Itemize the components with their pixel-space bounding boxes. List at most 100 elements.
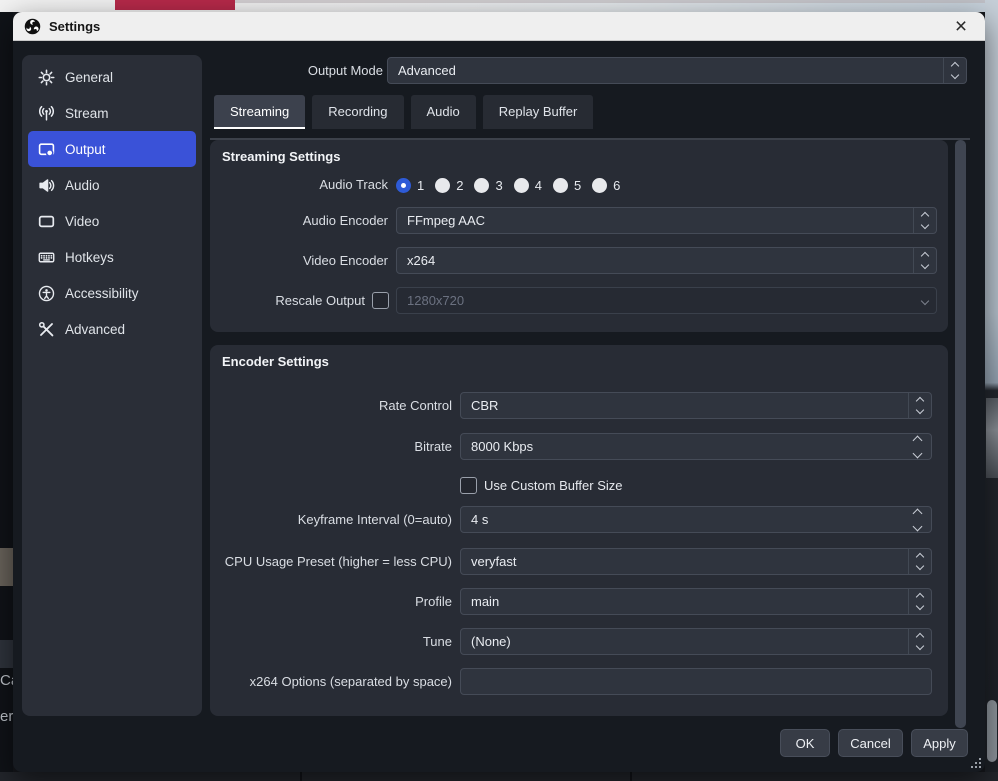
background-photo-streak [986, 398, 998, 478]
use-custom-buffer-label: Use Custom Buffer Size [484, 478, 622, 493]
spinner-icon [913, 248, 936, 273]
video-encoder-select[interactable]: x264 [396, 247, 937, 274]
background-window-scrollbar [987, 700, 997, 762]
rate-control-select[interactable]: CBR [460, 392, 932, 419]
gear-icon [38, 69, 55, 86]
audio-track-label: Audio Track [210, 171, 388, 198]
tab-replay-buffer[interactable]: Replay Buffer [483, 95, 594, 129]
x264-options-input[interactable] [460, 668, 932, 695]
profile-label: Profile [210, 588, 452, 615]
output-tabs: Streaming Recording Audio Replay Buffer [214, 95, 593, 131]
audio-track-radio-6[interactable]: 6 [592, 178, 620, 193]
use-custom-buffer-checkbox[interactable] [460, 477, 477, 494]
streaming-settings-panel: Streaming Settings Audio Track 1 2 3 4 5 [210, 140, 948, 332]
sidebar-item-label: Output [65, 142, 106, 157]
background-panel-fragment [0, 640, 13, 668]
close-icon: × [955, 16, 967, 37]
background-thin-line [235, 0, 998, 3]
rescale-output-label: Rescale Output [210, 287, 365, 314]
streaming-settings-title: Streaming Settings [222, 149, 340, 164]
tab-streaming[interactable]: Streaming [214, 95, 305, 129]
spinner-icon [908, 549, 931, 574]
spinner-icon [913, 208, 936, 233]
cpu-usage-preset-label: CPU Usage Preset (higher = less CPU) [210, 548, 452, 575]
spinbox-arrows-icon[interactable] [914, 510, 921, 530]
accessibility-icon [38, 285, 55, 302]
rescale-output-checkbox[interactable] [372, 292, 389, 309]
sidebar-item-label: Accessibility [65, 286, 139, 301]
sidebar-item-output[interactable]: Output [28, 131, 196, 167]
spinbox-arrows-icon[interactable] [914, 437, 921, 457]
tab-recording[interactable]: Recording [312, 95, 403, 129]
sidebar-item-label: Audio [65, 178, 100, 193]
sidebar-item-label: Advanced [65, 322, 125, 337]
sidebar-item-accessibility[interactable]: Accessibility [28, 275, 196, 311]
audio-track-radio-1[interactable]: 1 [396, 178, 424, 193]
window-title: Settings [49, 19, 100, 34]
rescale-resolution-select[interactable]: 1280x720 [396, 287, 937, 314]
audio-encoder-select[interactable]: FFmpeg AAC [396, 207, 937, 234]
sidebar-item-video[interactable]: Video [28, 203, 196, 239]
chevron-down-icon [914, 288, 936, 313]
sidebar-item-advanced[interactable]: Advanced [28, 311, 196, 347]
cancel-button[interactable]: Cancel [838, 729, 903, 757]
audio-encoder-label: Audio Encoder [210, 207, 388, 234]
speaker-icon [38, 177, 55, 194]
audio-track-radio-2[interactable]: 2 [435, 178, 463, 193]
audio-track-radio-4[interactable]: 4 [514, 178, 542, 193]
output-mode-value: Advanced [398, 63, 937, 78]
video-encoder-label: Video Encoder [210, 247, 388, 274]
audio-track-radio-group: 1 2 3 4 5 6 [396, 175, 620, 195]
output-icon [38, 141, 55, 158]
sidebar-item-label: Hotkeys [65, 250, 114, 265]
output-mode-select[interactable]: Advanced [387, 57, 967, 84]
tune-select[interactable]: (None) [460, 628, 932, 655]
sidebar-item-general[interactable]: General [28, 59, 196, 95]
custom-buffer-row: Use Custom Buffer Size [460, 475, 622, 495]
bitrate-spinbox[interactable]: 8000 Kbps [460, 433, 932, 460]
close-button[interactable]: × [945, 12, 977, 41]
sidebar-item-stream[interactable]: Stream [28, 95, 196, 131]
spinner-icon [908, 393, 931, 418]
sidebar-item-hotkeys[interactable]: Hotkeys [28, 239, 196, 275]
desktop-background-right [985, 0, 998, 781]
keyboard-icon [38, 249, 55, 266]
spinner-icon [943, 58, 966, 83]
sidebar-item-audio[interactable]: Audio [28, 167, 196, 203]
ok-button[interactable]: OK [780, 729, 830, 757]
encoder-settings-title: Encoder Settings [222, 354, 329, 369]
resize-grip[interactable] [969, 756, 982, 769]
x264-options-label: x264 Options (separated by space) [210, 668, 452, 695]
background-red-bar [115, 0, 235, 10]
content-scrollbar[interactable] [955, 140, 966, 728]
rate-control-label: Rate Control [210, 392, 452, 419]
titlebar: Settings × [13, 12, 985, 41]
keyframe-interval-label: Keyframe Interval (0=auto) [210, 506, 452, 533]
monitor-icon [38, 213, 55, 230]
settings-sidebar: General Stream Output [22, 55, 202, 716]
settings-dialog: Settings × General Stream [13, 12, 985, 772]
audio-track-radio-5[interactable]: 5 [553, 178, 581, 193]
sidebar-item-label: Stream [65, 106, 109, 121]
encoder-settings-panel: Encoder Settings Rate Control CBR Bitrat… [210, 345, 948, 716]
radio-selected-icon [396, 178, 411, 193]
radio-icon [435, 178, 450, 193]
tune-label: Tune [210, 628, 452, 655]
radio-icon [474, 178, 489, 193]
radio-icon [592, 178, 607, 193]
audio-track-radio-3[interactable]: 3 [474, 178, 502, 193]
background-text-fragment: er [0, 708, 13, 725]
background-photo-fragment [0, 548, 13, 586]
keyframe-interval-spinbox[interactable]: 4 s [460, 506, 932, 533]
background-text-fragment: Ca [0, 672, 13, 689]
spinner-icon [908, 589, 931, 614]
bitrate-label: Bitrate [210, 433, 452, 460]
radio-icon [553, 178, 568, 193]
profile-select[interactable]: main [460, 588, 932, 615]
sidebar-item-label: General [65, 70, 113, 85]
desktop-background-bottom [0, 772, 998, 781]
cpu-usage-preset-select[interactable]: veryfast [460, 548, 932, 575]
apply-button[interactable]: Apply [911, 729, 968, 757]
stream-antenna-icon [38, 105, 55, 122]
tab-audio[interactable]: Audio [411, 95, 476, 129]
